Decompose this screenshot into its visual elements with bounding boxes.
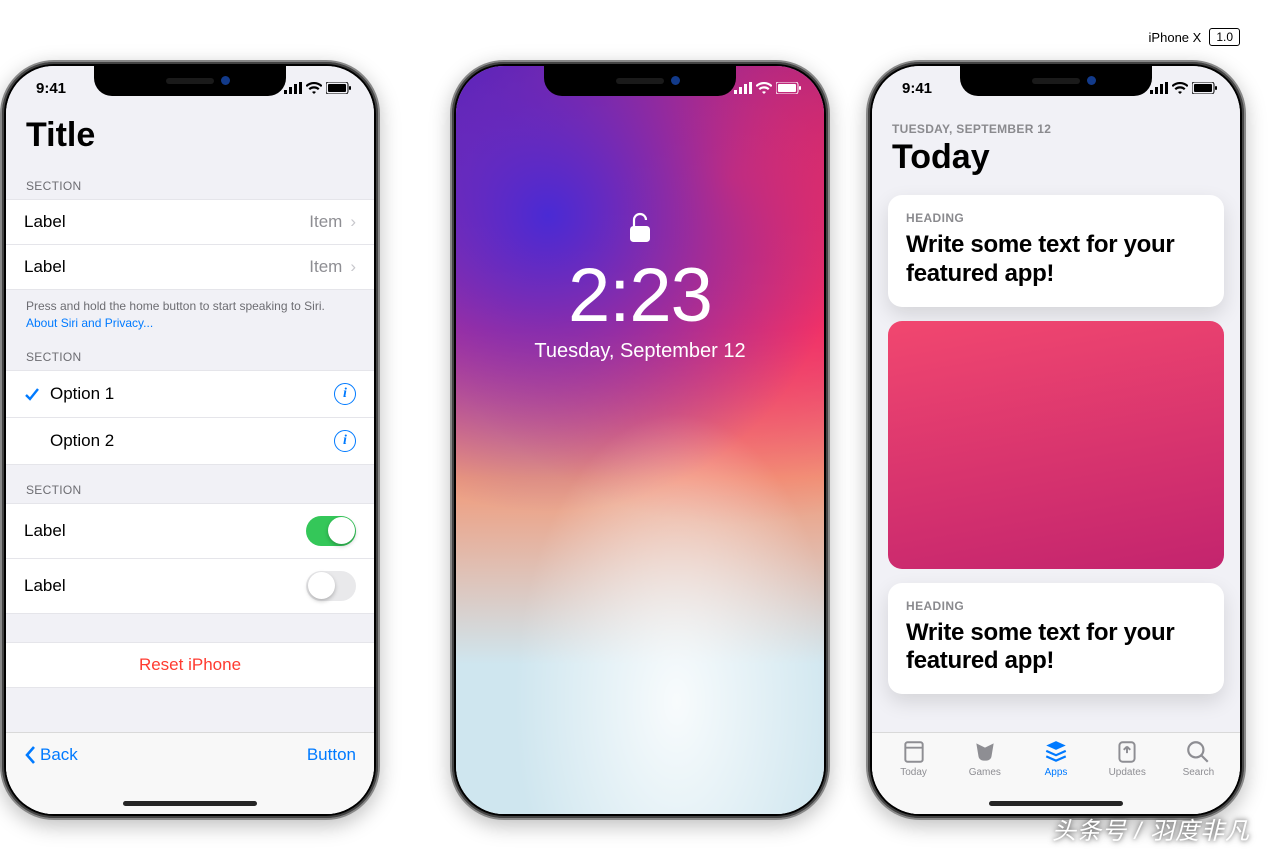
option-row-2[interactable]: Option 2 i [6, 418, 374, 465]
battery-icon [326, 82, 352, 94]
back-button[interactable]: Back [24, 745, 78, 765]
status-time: 9:41 [36, 80, 66, 97]
tab-label: Search [1183, 767, 1215, 778]
card-heading: HEADING [906, 211, 1206, 225]
switch-row-2[interactable]: Label [6, 559, 374, 614]
lock-time: 2:23 [456, 258, 824, 334]
card-text: Write some text for your featured app! [906, 619, 1206, 677]
phone-settings-screen: 9:41 Title SECTION Label Item › Label [0, 60, 380, 820]
toolbar-action-button[interactable]: Button [307, 745, 356, 765]
checkmark-icon [24, 386, 50, 402]
battery-icon [776, 82, 802, 94]
tab-apps[interactable]: Apps [1020, 739, 1091, 794]
featured-card-1[interactable]: HEADING Write some text for your feature… [888, 195, 1224, 307]
unlock-icon [456, 212, 824, 244]
toggle-switch-on[interactable] [306, 516, 356, 546]
phone-lock-screen: 2:23 Tuesday, September 12 [450, 60, 830, 820]
updates-icon [1114, 739, 1140, 765]
tab-label: Apps [1045, 767, 1068, 778]
notch [960, 66, 1152, 96]
info-icon[interactable]: i [334, 383, 356, 405]
section-header-1: SECTION [6, 161, 374, 199]
apps-icon [1043, 739, 1069, 765]
row-label: Label [24, 257, 66, 277]
section-header-3: SECTION [6, 465, 374, 503]
chevron-right-icon: › [350, 212, 356, 232]
row-label: Label [24, 521, 66, 541]
status-time: 9:41 [902, 80, 932, 97]
option-label: Option 1 [50, 384, 114, 404]
tab-search[interactable]: Search [1163, 739, 1234, 794]
chevron-right-icon: › [350, 257, 356, 277]
lock-wallpaper [456, 66, 824, 814]
notch [544, 66, 736, 96]
tab-label: Today [900, 767, 927, 778]
card-text: Write some text for your featured app! [906, 231, 1206, 289]
siri-privacy-link[interactable]: About Siri and Privacy... [26, 316, 153, 330]
tab-today[interactable]: Today [878, 739, 949, 794]
today-date: TUESDAY, SEPTEMBER 12 [892, 122, 1220, 136]
section-header-2: SECTION [6, 332, 374, 370]
featured-card-2[interactable]: HEADING Write some text for your feature… [888, 583, 1224, 695]
home-indicator[interactable] [123, 801, 257, 806]
today-title: Today [892, 138, 1220, 177]
list-row[interactable]: Label Item › [6, 199, 374, 245]
option-row-1[interactable]: Option 1 i [6, 370, 374, 418]
wifi-icon [1172, 82, 1188, 94]
section-footer: Press and hold the home button to start … [6, 290, 374, 332]
chevron-left-icon [24, 745, 36, 765]
wifi-icon [306, 82, 322, 94]
reset-button[interactable]: Reset iPhone [6, 642, 374, 688]
switch-row-1[interactable]: Label [6, 503, 374, 559]
games-icon [972, 739, 998, 765]
tab-label: Games [969, 767, 1001, 778]
toggle-switch-off[interactable] [306, 571, 356, 601]
tab-updates[interactable]: Updates [1092, 739, 1163, 794]
signal-icon [1150, 82, 1168, 94]
today-icon [901, 739, 927, 765]
info-icon[interactable]: i [334, 430, 356, 452]
search-icon [1185, 739, 1211, 765]
row-label: Label [24, 212, 66, 232]
signal-icon [734, 82, 752, 94]
row-value: Item [309, 257, 342, 277]
signal-icon [284, 82, 302, 94]
tab-games[interactable]: Games [949, 739, 1020, 794]
lock-date: Tuesday, September 12 [456, 340, 824, 363]
device-name: iPhone X [1149, 30, 1202, 45]
featured-image[interactable] [888, 321, 1224, 569]
notch [94, 66, 286, 96]
card-heading: HEADING [906, 599, 1206, 613]
option-label: Option 2 [50, 431, 114, 451]
tab-label: Updates [1109, 767, 1146, 778]
device-version-tag: iPhone X 1.0 [1149, 28, 1240, 46]
list-row[interactable]: Label Item › [6, 245, 374, 290]
watermark-text: 头条号 / 羽度非凡 [1052, 811, 1250, 846]
version-badge: 1.0 [1209, 28, 1240, 46]
row-value: Item [309, 212, 342, 232]
row-label: Label [24, 576, 66, 596]
phone-today-screen: 9:41 TUESDAY, SEPTEMBER 12 Today HEADING… [866, 60, 1246, 820]
home-indicator[interactable] [989, 801, 1123, 806]
battery-icon [1192, 82, 1218, 94]
wifi-icon [756, 82, 772, 94]
